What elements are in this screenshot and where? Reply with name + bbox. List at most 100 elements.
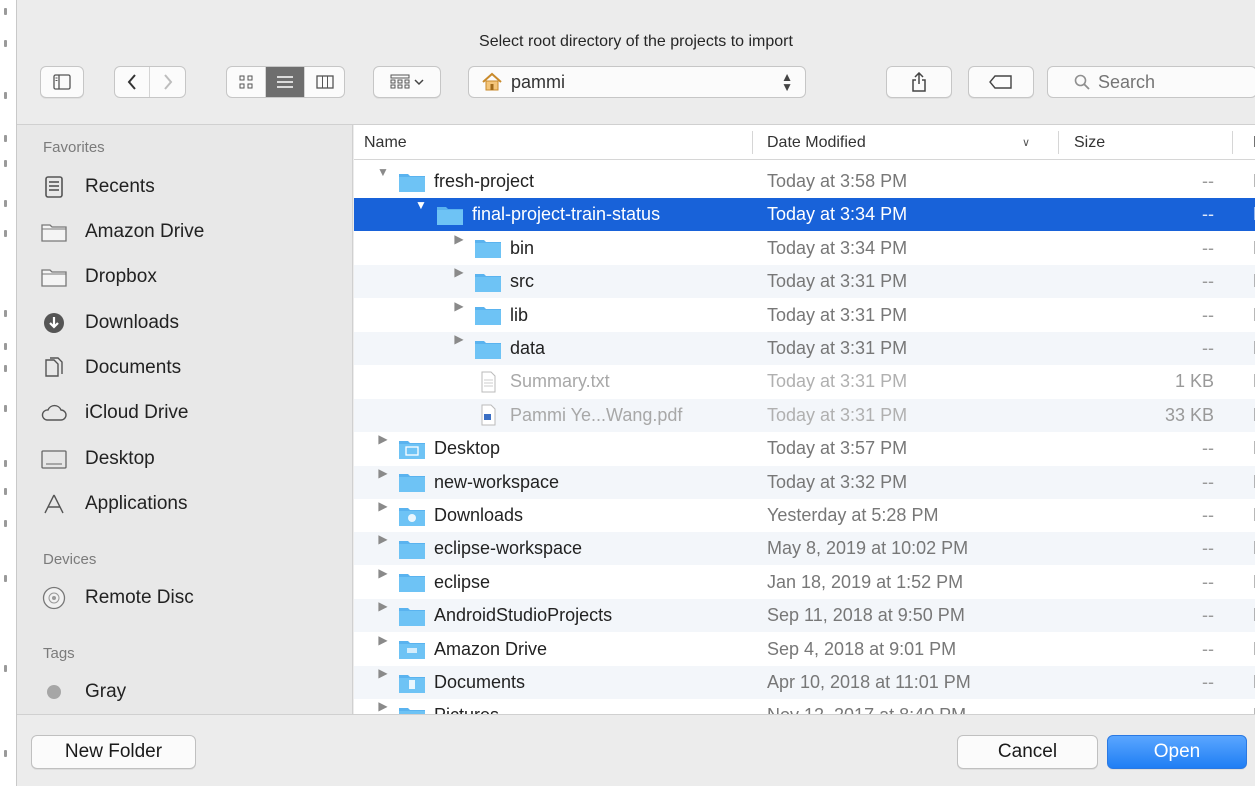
disclosure-triangle-right-icon[interactable]: ▶: [376, 699, 390, 713]
open-button[interactable]: Open: [1107, 735, 1247, 769]
file-row[interactable]: Pammi Ye...Wang.pdf Today at 3:31 PM 33 KB…: [354, 398, 1255, 432]
file-name: AndroidStudioProjects: [434, 605, 613, 626]
file-name: lib: [510, 304, 529, 325]
disclosure-triangle-right-icon[interactable]: ▶: [376, 499, 390, 513]
file-row[interactable]: ▼fresh-projectToday at 3:58 PM--Fo: [354, 165, 1255, 198]
file-date-modified: Jan 18, 2019 at 1:52 PM: [767, 571, 964, 592]
column-name[interactable]: Name: [364, 125, 407, 160]
disclosure-triangle-right-icon[interactable]: ▶: [376, 532, 390, 546]
column-separator[interactable]: [1232, 131, 1233, 154]
disclosure-triangle-right-icon[interactable]: ▶: [376, 566, 390, 580]
file-name: Pammi Ye...Wang.pdf: [510, 404, 683, 425]
file-row[interactable]: ▶dataToday at 3:31 PM--Fo: [354, 332, 1255, 365]
text-file-icon: [474, 371, 502, 393]
file-row[interactable]: ▶Amazon DriveSep 4, 2018 at 9:01 PM--Fo: [354, 633, 1255, 666]
file-date-modified: Today at 3:31 PM: [767, 304, 908, 325]
file-row[interactable]: ▶PicturesNov 12, 2017 at 8:40 PM--Fo: [354, 699, 1255, 715]
file-row[interactable]: ▶DocumentsApr 10, 2018 at 11:01 PM--Fo: [354, 666, 1255, 699]
column-view-button[interactable]: [305, 67, 344, 97]
folder-icon: [398, 438, 426, 460]
file-row[interactable]: ▶new-workspaceToday at 3:32 PM--Fo: [354, 465, 1255, 499]
folder-icon: [398, 505, 426, 527]
file-row[interactable]: ▶srcToday at 3:31 PM--Fo: [354, 265, 1255, 299]
file-name: bin: [510, 237, 535, 258]
home-icon: [481, 72, 503, 92]
tag-icon: [989, 75, 1012, 89]
file-row[interactable]: ▶libToday at 3:31 PM--Fo: [354, 299, 1255, 332]
column-separator[interactable]: [1058, 131, 1059, 154]
background-window-edge: [0, 0, 16, 786]
file-row[interactable]: ▶ eclipse-workspace May 8, 2019 at 10:02 P…: [354, 532, 1255, 566]
sidebar-item-dropbox[interactable]: Dropbox: [41, 260, 157, 294]
file-row[interactable]: ▶DownloadsYesterday at 5:28 PM--Fo: [354, 499, 1255, 532]
disclosure-triangle-down-icon[interactable]: ▼: [376, 165, 390, 179]
file-size: 33 KB: [1164, 404, 1214, 425]
downloads-icon: [41, 312, 67, 334]
tag-dot-icon: [41, 681, 67, 703]
disclosure-triangle-right-icon[interactable]: ▶: [452, 299, 466, 313]
list-view-button[interactable]: [266, 67, 305, 97]
disclosure-triangle-down-icon[interactable]: ▼: [414, 198, 428, 212]
new-folder-button[interactable]: New Folder: [31, 735, 196, 769]
file-name: data: [510, 338, 546, 358]
folder-icon: [474, 237, 502, 259]
sidebar-heading-favorites: Favorites: [43, 139, 105, 156]
disclosure-triangle-right-icon[interactable]: ▶: [452, 332, 466, 346]
file-name: src: [510, 271, 534, 292]
disclosure-triangle-right-icon[interactable]: ▶: [452, 265, 466, 279]
disclosure-triangle-right-icon[interactable]: ▶: [452, 232, 466, 246]
sidebar-item-desktop[interactable]: Desktop: [41, 442, 155, 476]
grid-icon: [239, 75, 253, 89]
sidebar-item-downloads[interactable]: Downloads: [41, 306, 179, 340]
folder-icon: [474, 271, 502, 293]
desktop-icon: [41, 448, 67, 470]
sidebar-item-amazon-drive[interactable]: Amazon Drive: [41, 215, 204, 249]
file-row[interactable]: ▼ final-project-train-status Today at 3:34…: [354, 198, 1255, 232]
column-separator[interactable]: [752, 131, 753, 154]
cancel-button[interactable]: Cancel: [957, 735, 1098, 769]
sidebar-item-remote-disc[interactable]: Remote Disc: [41, 581, 194, 615]
sidebar-item-tag-gray[interactable]: Gray: [41, 675, 126, 709]
tag-button[interactable]: [968, 66, 1034, 98]
folder-icon: [41, 266, 67, 288]
sidebar-item-applications[interactable]: Applications: [41, 487, 187, 521]
file-row[interactable]: ▶DesktopToday at 3:57 PM--Fo: [354, 432, 1255, 465]
disclosure-triangle-right-icon[interactable]: ▶: [376, 599, 390, 613]
sidebar-heading-devices: Devices: [43, 551, 97, 568]
path-popup[interactable]: pammi ▲ ▼: [468, 66, 806, 98]
search-input[interactable]: [1098, 71, 1248, 93]
sidebar-item-icloud-drive[interactable]: iCloud Drive: [41, 396, 188, 430]
disclosure-triangle-right-icon[interactable]: ▶: [376, 466, 390, 480]
disclosure-triangle-right-icon[interactable]: ▶: [376, 666, 390, 680]
folder-icon: [398, 605, 426, 627]
search-field[interactable]: [1047, 66, 1255, 98]
file-list: Name Date Modified ∨ Size Ki ▼ fresh-proj…: [354, 125, 1255, 715]
file-row[interactable]: ▶ AndroidStudioProjects Sep 11, 2018 at 9:…: [354, 599, 1255, 633]
file-size: --: [1202, 438, 1214, 459]
sidebar-item-documents[interactable]: Documents: [41, 351, 181, 385]
forward-button[interactable]: [150, 67, 185, 97]
column-size[interactable]: Size: [1074, 125, 1105, 160]
file-date-modified: Today at 3:31 PM: [767, 338, 908, 358]
file-row[interactable]: ▶binToday at 3:34 PM--Fo: [354, 232, 1255, 265]
dialog-title: Select root directory of the projects to…: [479, 33, 793, 50]
group-by-button[interactable]: [373, 66, 441, 98]
back-button[interactable]: [115, 67, 150, 97]
folder-icon: [41, 221, 67, 243]
file-row[interactable]: Summary.txtToday at 3:31 PM1 KBPl: [354, 365, 1255, 398]
disclosure-triangle-right-icon[interactable]: ▶: [376, 633, 390, 647]
disclosure-triangle-right-icon[interactable]: ▶: [376, 432, 390, 446]
sidebar-item-recents[interactable]: Recents: [41, 170, 155, 204]
file-size: --: [1202, 171, 1214, 191]
sidebar-item-label: Remote Disc: [85, 587, 194, 608]
column-date-modified[interactable]: Date Modified: [767, 125, 866, 160]
sidebar-item-label: Amazon Drive: [85, 221, 205, 242]
icon-view-button[interactable]: [227, 67, 266, 97]
share-button[interactable]: [886, 66, 952, 98]
cloud-icon: [41, 402, 67, 424]
file-date-modified: Today at 3:31 PM: [767, 371, 908, 392]
sidebar-toggle-button[interactable]: [40, 66, 84, 98]
folder-icon: [398, 171, 426, 193]
updown-arrows-icon: ▲ ▼: [781, 70, 793, 94]
file-row[interactable]: ▶eclipseJan 18, 2019 at 1:52 PM--Fo: [354, 566, 1255, 599]
